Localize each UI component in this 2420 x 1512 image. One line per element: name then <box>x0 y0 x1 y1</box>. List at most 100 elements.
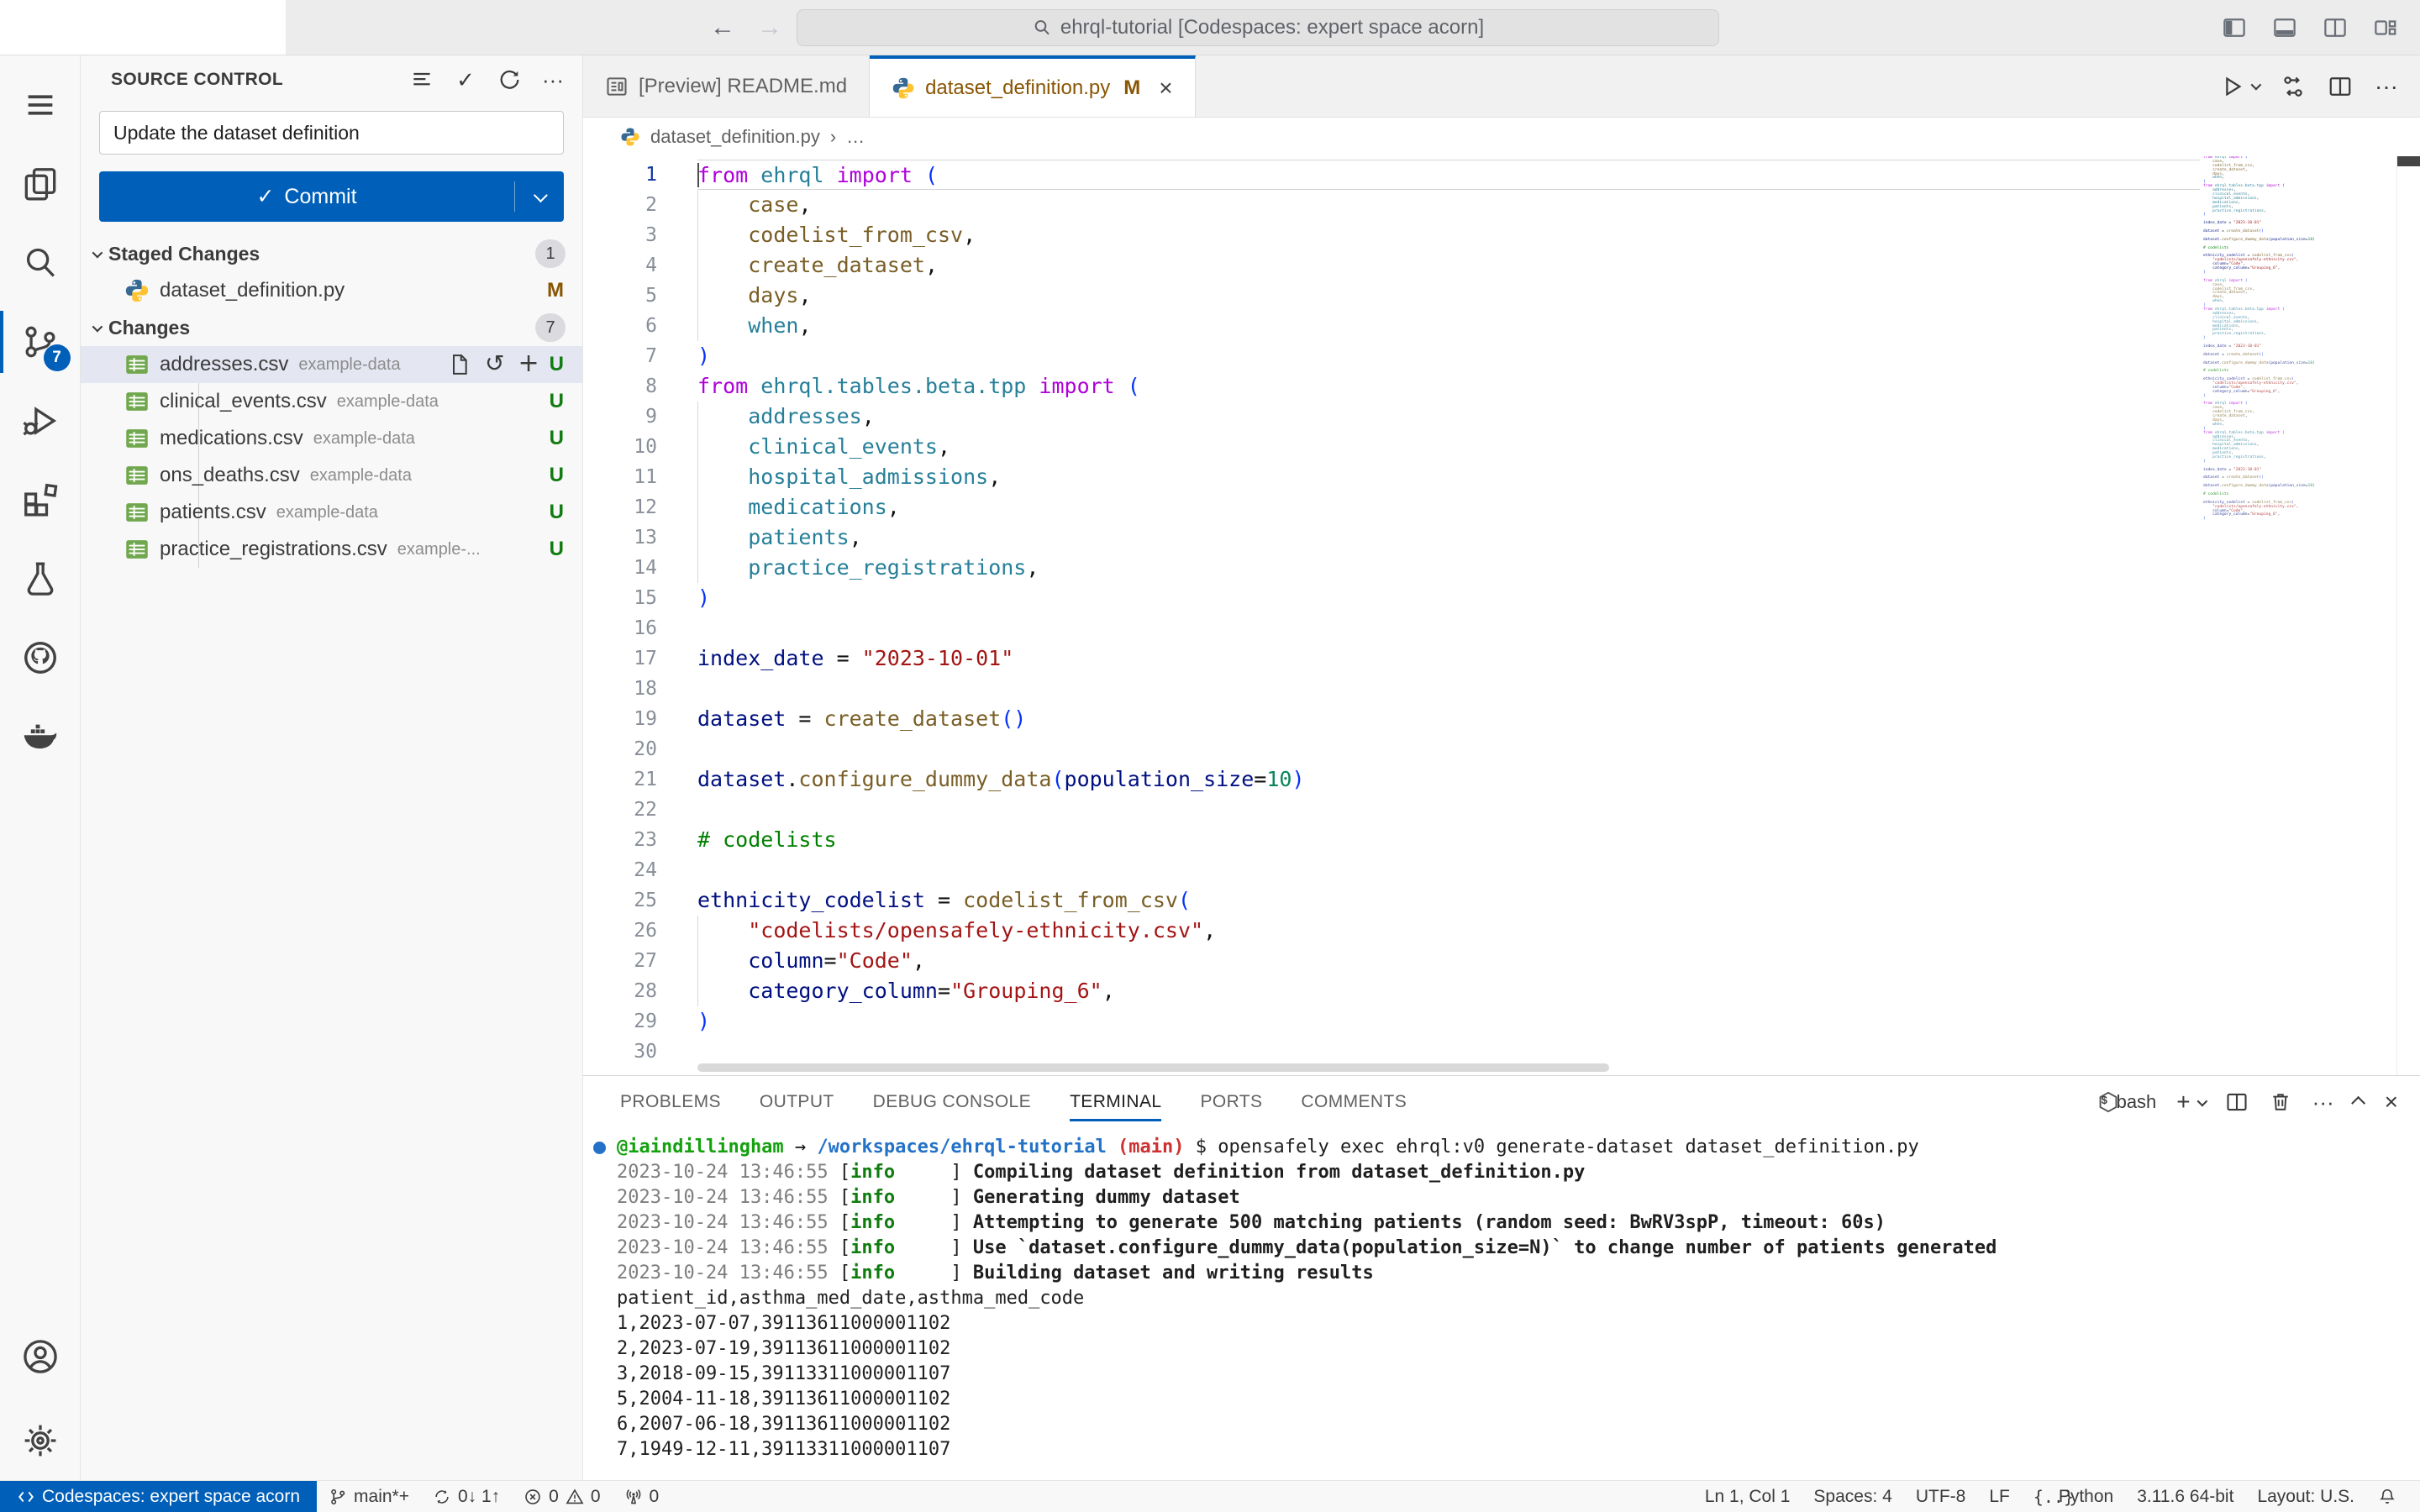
file-row[interactable]: ons_deaths.csv example-data U <box>81 457 582 494</box>
panel-tab-problems[interactable]: PROBLEMS <box>620 1076 721 1128</box>
terminal-line: 7,1949-12-11,39113311000001107 <box>617 1439 951 1460</box>
panel-more-actions-icon[interactable]: ··· <box>2312 1090 2334 1114</box>
tab-readme-preview[interactable]: [Preview] README.md <box>583 55 871 117</box>
open-changes-icon[interactable] <box>2281 74 2306 99</box>
maximize-panel-icon[interactable] <box>2350 1095 2365 1110</box>
group-header[interactable]: Changes 7 <box>81 309 582 346</box>
activity-item-settings-icon[interactable] <box>0 1401 81 1480</box>
editor-more-actions-icon[interactable]: ··· <box>2375 73 2398 100</box>
tab-dataset-definition[interactable]: dataset_definition.py M × <box>870 55 1196 117</box>
activity-item-docker-icon[interactable] <box>0 697 81 776</box>
branch-icon <box>329 1488 347 1506</box>
commit-message-input[interactable] <box>99 111 564 155</box>
kill-terminal-icon[interactable] <box>2269 1090 2292 1114</box>
discard-changes-icon[interactable]: ↺ <box>485 352 504 377</box>
refresh-icon[interactable] <box>497 67 522 92</box>
terminal-prompt-line: @iaindillingham → /workspaces/ehrql-tuto… <box>617 1137 1919 1158</box>
panel-tab-comments[interactable]: COMMENTS <box>1301 1076 1407 1128</box>
python-file-icon <box>892 77 914 98</box>
forward-icon[interactable]: → <box>757 13 782 42</box>
activity-item-github-icon[interactable] <box>0 618 81 697</box>
commit-button[interactable]: ✓ Commit <box>99 171 564 222</box>
status-sync-changes[interactable]: 0↓ 1↑ <box>421 1481 512 1512</box>
panel-tab-ports[interactable]: PORTS <box>1200 1076 1262 1128</box>
file-name: patients.csv <box>160 501 266 523</box>
file-row[interactable]: addresses.csv example-data ↺ + U <box>81 346 582 383</box>
breadcrumb-file[interactable]: dataset_definition.py <box>650 126 820 148</box>
line-number: 26 <box>634 920 657 942</box>
run-python-icon[interactable] <box>2219 74 2244 99</box>
split-editor-icon[interactable] <box>2323 15 2348 40</box>
code-line: 7 ) <box>583 341 2200 371</box>
stage-changes-icon[interactable]: + <box>518 351 539 377</box>
activity-item-run-debug-icon[interactable] <box>0 381 81 460</box>
activity-item-testing-icon[interactable] <box>0 539 81 618</box>
new-terminal-icon[interactable]: + <box>2176 1090 2190 1114</box>
activity-item-search-icon[interactable] <box>0 223 81 302</box>
file-row[interactable]: clinical_events.csv example-data U <box>81 383 582 420</box>
status-indentation[interactable]: Spaces: 4 <box>1802 1481 1903 1512</box>
close-tab-icon[interactable]: × <box>1159 76 1172 100</box>
back-icon[interactable]: ← <box>710 13 735 42</box>
status-problems[interactable]: 00 <box>512 1481 612 1512</box>
status-text: main*+ <box>354 1486 409 1506</box>
panel-tab-terminal[interactable]: TERMINAL <box>1070 1076 1162 1128</box>
bottom-panel: PROBLEMS OUTPUT DEBUG CONSOLE TERMINAL PORTS… <box>583 1075 2420 1480</box>
status-remote-indicator[interactable]: Codespaces: expert space acorn <box>0 1481 318 1512</box>
file-row[interactable]: practice_registrations.csv example-... U <box>81 531 582 568</box>
code-line: 5 days, <box>583 281 2200 311</box>
status-python-version[interactable]: 3.11.6 64-bit <box>2125 1481 2245 1512</box>
view-and-sort-icon[interactable] <box>409 67 434 92</box>
line-number: 27 <box>634 950 657 972</box>
line-number: 18 <box>634 678 657 700</box>
editor-scrollbar[interactable] <box>2396 156 2420 1075</box>
terminal-shell-selector[interactable]: $ bash <box>2096 1090 2157 1114</box>
shell-label: bash <box>2116 1091 2157 1112</box>
minimap[interactable]: from ehrql import ( case, codelist_from_… <box>2203 156 2395 526</box>
terminal-dropdown-icon[interactable] <box>2196 1095 2207 1106</box>
breadcrumb-symbol[interactable]: … <box>846 126 865 148</box>
split-terminal-icon[interactable] <box>2225 1090 2249 1114</box>
editor-hscrollbar[interactable] <box>697 1063 2168 1072</box>
activity-item-explorer-icon[interactable] <box>0 144 81 223</box>
toggle-sidebar-icon[interactable] <box>2222 15 2247 40</box>
status-text: Spaces: 4 <box>1813 1486 1892 1506</box>
status-forwarded-ports[interactable]: 0 <box>613 1481 671 1512</box>
activity-item-account-icon[interactable] <box>0 1317 81 1396</box>
terminal-line: 2023-10-24 13:46:55 [info ] Use `dataset… <box>617 1237 1997 1258</box>
status-cursor-position[interactable]: Ln 1, Col 1 <box>1693 1481 1802 1512</box>
file-row[interactable]: patients.csv example-data U <box>81 494 582 531</box>
activity-item-menu-icon[interactable] <box>0 66 81 144</box>
run-dropdown-icon[interactable] <box>2250 79 2262 91</box>
customize-layout-icon[interactable] <box>2373 15 2398 40</box>
breadcrumb[interactable]: dataset_definition.py › … <box>583 118 2420 156</box>
panel-tab-debug-console[interactable]: DEBUG CONSOLE <box>873 1076 1031 1128</box>
open-file-icon[interactable] <box>448 353 471 376</box>
status-git-branch[interactable]: main*+ <box>317 1481 421 1512</box>
file-row[interactable]: medications.csv example-data U <box>81 420 582 457</box>
commit-check-icon[interactable]: ✓ <box>453 67 478 92</box>
status-keyboard-layout[interactable]: Layout: U.S. <box>2245 1481 2366 1512</box>
file-row[interactable]: dataset_definition.py M <box>81 272 582 309</box>
line-number: 8 <box>645 375 657 397</box>
git-status-badge: U <box>549 464 564 486</box>
git-status-badge: M <box>547 279 564 302</box>
status-eol[interactable]: LF <box>1977 1481 2022 1512</box>
activity-item-source-control-icon[interactable]: 7 <box>0 302 81 381</box>
code-editor[interactable]: 1 from ehrql import (2 case, 3 codelist_f… <box>583 156 2420 1075</box>
status-language-mode[interactable]: {..} Python <box>2022 1481 2125 1512</box>
status-encoding[interactable]: UTF-8 <box>1904 1481 1978 1512</box>
terminal-output[interactable]: @iaindillingham → /workspaces/ehrql-tuto… <box>583 1128 2420 1480</box>
split-editor-right-icon[interactable] <box>2328 74 2353 99</box>
panel-tab-output[interactable]: OUTPUT <box>760 1076 834 1128</box>
close-panel-icon[interactable]: × <box>2385 1090 2398 1114</box>
modified-badge: M <box>1123 76 1141 99</box>
command-center-search[interactable]: ehrql-tutorial [Codespaces: expert space… <box>797 9 1719 46</box>
more-actions-icon[interactable]: ··· <box>540 67 566 92</box>
group-header[interactable]: Staged Changes 1 <box>81 235 582 272</box>
commit-dropdown-icon[interactable] <box>515 188 564 203</box>
code-line: 6 when, <box>583 311 2200 341</box>
activity-item-extensions-icon[interactable] <box>0 460 81 539</box>
status-notifications[interactable] <box>2366 1481 2408 1512</box>
toggle-panel-icon[interactable] <box>2272 15 2297 40</box>
